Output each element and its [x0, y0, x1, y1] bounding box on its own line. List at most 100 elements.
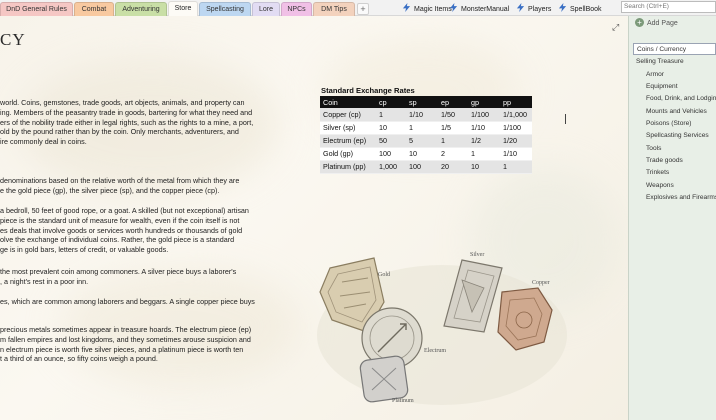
- coin-label-platinum: Platinum: [392, 398, 414, 404]
- sidebar-item-mounts-vehicles[interactable]: Mounts and Vehicles: [646, 106, 716, 118]
- column-header: ep: [438, 96, 468, 108]
- tab-store[interactable]: Store: [168, 1, 198, 17]
- table-cell: 10: [376, 121, 406, 135]
- coin-label-copper: Copper: [532, 280, 550, 286]
- coin-label-silver: Silver: [470, 252, 484, 258]
- paragraph-gold-piece: a bedroll, 50 feet of good rope, or a go…: [0, 206, 249, 255]
- table-cell: 50: [376, 134, 406, 148]
- table-cell: 1: [406, 121, 438, 135]
- table-cell: 1/10: [500, 147, 532, 161]
- table-cell: 1/100: [468, 108, 500, 122]
- sidebar-item-food-drink-lodging[interactable]: Food, Drink, and Lodging: [646, 93, 716, 105]
- tab-spellcasting[interactable]: Spellcasting: [199, 2, 251, 16]
- table-row: Gold (gp) 100 10 2 1 1/10: [320, 147, 532, 161]
- table-cell: 1/50: [438, 108, 468, 122]
- note-page: CY ⤢ world. Coins, gemstones, trade good…: [0, 16, 628, 420]
- shortcut-label: SpellBook: [570, 6, 602, 13]
- sidebar-item-coins-currency[interactable]: Coins / Currency: [633, 43, 716, 55]
- paragraph-silver-piece: the most prevalent coin among commoners.…: [0, 267, 237, 286]
- add-page-label: Add Page: [647, 20, 678, 27]
- text-cursor: [565, 114, 566, 124]
- table-row: Platinum (pp) 1,000 100 20 10 1: [320, 160, 532, 174]
- sidebar-item-spellcasting-services[interactable]: Spellcasting Services: [646, 130, 716, 142]
- sidebar-item-poisons[interactable]: Poisons (Store): [646, 118, 716, 130]
- shortcut-label: Magic Items: [414, 6, 452, 13]
- lightning-icon: [402, 3, 411, 12]
- table-cell: Platinum (pp): [320, 160, 376, 174]
- table-cell: 1: [438, 134, 468, 148]
- sidebar-item-trade-goods[interactable]: Trade goods: [646, 155, 716, 167]
- table-cell: 20: [438, 160, 468, 174]
- table-cell: 1/10: [468, 121, 500, 135]
- exchange-rates-table: Coin cp sp ep gp pp Copper (cp) 1 1/10 1…: [320, 96, 532, 174]
- shortcut-spellbook[interactable]: SpellBook: [558, 3, 602, 14]
- table-cell: 2: [438, 147, 468, 161]
- lightning-icon: [449, 3, 458, 12]
- table-cell: 1/5: [438, 121, 468, 135]
- sidebar-item-selling-treasure[interactable]: Selling Treasure: [636, 56, 716, 68]
- paragraph-denominations: denominations based on the relative wort…: [0, 176, 240, 195]
- table-cell: 100: [376, 147, 406, 161]
- table-cell: 100: [406, 160, 438, 174]
- tab-npcs[interactable]: NPCs: [281, 2, 312, 16]
- tab-dm-tips[interactable]: DM Tips: [313, 2, 355, 16]
- coins-illustration: Gold Silver Copper Electrum Platinum: [317, 252, 567, 405]
- tab-combat[interactable]: Combat: [74, 2, 114, 16]
- tab-adventuring[interactable]: Adventuring: [115, 2, 167, 16]
- copper-coin: [497, 287, 553, 351]
- add-section-button[interactable]: +: [357, 3, 369, 15]
- paragraph-copper-piece: es, which are common among laborers and …: [0, 297, 255, 306]
- table-cell: 10: [468, 160, 500, 174]
- paragraph-unusual-coins: precious metals sometimes appear in trea…: [0, 325, 252, 364]
- table-cell: 1: [376, 108, 406, 122]
- section-tab-bar: DnD General Rules Combat Adventuring Sto…: [0, 0, 716, 17]
- table-row: Copper (cp) 1 1/10 1/50 1/100 1/1,000: [320, 108, 532, 122]
- shortcut-label: Players: [528, 6, 552, 13]
- paragraph-intro: world. Coins, gemstones, trade goods, ar…: [0, 98, 254, 147]
- table-cell: 1/2: [468, 134, 500, 148]
- sidebar-item-explosives-firearms[interactable]: Explosives and Firearms: [646, 192, 716, 204]
- exchange-rates-title: Standard Exchange Rates: [321, 86, 415, 95]
- lightning-icon: [516, 3, 525, 12]
- lightning-icon: [558, 3, 567, 12]
- column-header: pp: [500, 96, 532, 108]
- table-cell: 5: [406, 134, 438, 148]
- shortcut-monster-manual[interactable]: MonsterManual: [449, 3, 509, 14]
- table-cell: 1/100: [500, 121, 532, 135]
- expand-icon[interactable]: ⤢: [612, 23, 621, 32]
- table-cell: 1: [468, 147, 500, 161]
- table-cell: Gold (gp): [320, 147, 376, 161]
- sidebar-item-weapons[interactable]: Weapons: [646, 180, 716, 192]
- table-row: Silver (sp) 10 1 1/5 1/10 1/100: [320, 121, 532, 135]
- table-cell: 10: [406, 147, 438, 161]
- column-header: Coin: [320, 96, 376, 108]
- page-list-sidebar: + Add Page Coins / Currency Selling Treas…: [628, 16, 716, 420]
- column-header: cp: [376, 96, 406, 108]
- search-input[interactable]: Search (Ctrl+E): [621, 1, 716, 13]
- plus-circle-icon: +: [635, 18, 644, 27]
- coin-label-electrum: Electrum: [424, 348, 446, 354]
- tab-lore[interactable]: Lore: [252, 2, 280, 16]
- shortcut-players[interactable]: Players: [516, 3, 551, 14]
- table-row: Electrum (ep) 50 5 1 1/2 1/20: [320, 134, 532, 148]
- sidebar-item-tools[interactable]: Tools: [646, 143, 716, 155]
- table-cell: 1/10: [406, 108, 438, 122]
- platinum-coin: [359, 355, 409, 403]
- table-header-row: Coin cp sp ep gp pp: [320, 96, 532, 108]
- table-cell: Copper (cp): [320, 108, 376, 122]
- column-header: sp: [406, 96, 438, 108]
- sidebar-item-armor[interactable]: Armor: [646, 69, 716, 81]
- table-cell: 1,000: [376, 160, 406, 174]
- table-cell: Electrum (ep): [320, 134, 376, 148]
- column-header: gp: [468, 96, 500, 108]
- sidebar-item-trinkets[interactable]: Trinkets: [646, 167, 716, 179]
- table-cell: 1/1,000: [500, 108, 532, 122]
- shortcut-label: MonsterManual: [461, 6, 510, 13]
- shortcut-magic-items[interactable]: Magic Items: [402, 3, 452, 14]
- add-page-button[interactable]: + Add Page: [635, 18, 678, 30]
- table-cell: 1: [500, 160, 532, 174]
- sidebar-item-equipment[interactable]: Equipment: [646, 81, 716, 93]
- tab-dnd-general-rules[interactable]: DnD General Rules: [0, 2, 73, 16]
- table-cell: 1/20: [500, 134, 532, 148]
- table-cell: Silver (sp): [320, 121, 376, 135]
